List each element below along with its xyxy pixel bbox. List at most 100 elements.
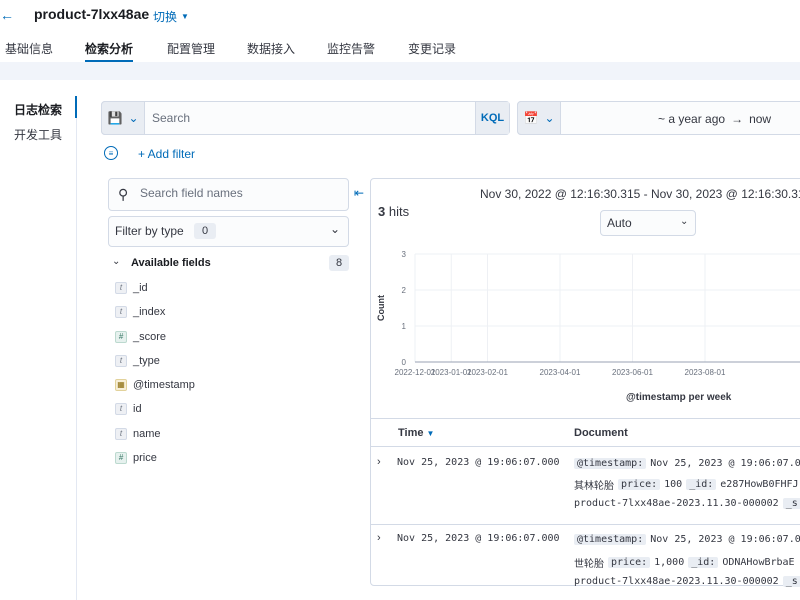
tab-config[interactable]: 配置管理 [167,40,215,62]
filter-menu-icon[interactable]: ≡ [104,146,118,160]
field-item[interactable]: t name [115,426,161,442]
sidebar-item-dev-tools[interactable]: 开发工具 [14,126,62,143]
field-item[interactable]: ▦ @timestamp [115,377,195,393]
field-name: name [133,428,161,440]
field-name: @timestamp [133,379,195,391]
column-header-label: Time [398,427,424,439]
row-time: Nov 25, 2023 @ 19:06:07.000 [397,533,560,544]
row-expand-icon[interactable]: › [377,456,381,468]
field-name: _score [133,331,167,343]
arrow-right-icon: → [731,112,744,126]
chart-x-tick-label: 2023-01-01 [431,368,472,377]
sort-desc-icon: ▼ [426,429,435,438]
tab-monitoring[interactable]: 监控告警 [327,40,375,62]
doc-key: _s [782,576,800,587]
doc-key: _s [782,498,800,509]
chevron-down-icon: ⌄ [128,111,139,125]
field-name: _index [133,306,166,318]
available-fields-count: 8 [329,255,349,271]
chevron-down-icon: ⌄ [544,111,555,125]
field-search-input[interactable] [140,186,340,200]
chart-x-tick-label: 2023-06-01 [612,368,653,377]
histogram-chart[interactable]: Count 0 1 2 3 2022-12-012023-01-012023-02-01 2… [370,245,800,410]
app-title: product-7lxx48ae [34,6,150,22]
field-item[interactable]: t _index [115,304,165,320]
string-type-icon: t [115,428,127,440]
table-top-divider [371,418,800,419]
chart-y-tick-label: 3 [402,250,407,259]
doc-line-1: @timestamp: Nov 25, 2023 @ 19:06:07.000 [574,534,800,545]
collapse-sidebar-icon[interactable]: ⇤ [354,186,364,200]
time-range-label: Nov 30, 2022 @ 12:16:30.315 - Nov 30, 20… [480,187,800,201]
doc-line-3: product-7lxx48ae-2023.11.30-000002 _s [574,498,800,509]
header-band [0,62,800,80]
date-type-icon: ▦ [115,379,127,391]
filter-type-count-badge: 0 [194,223,216,239]
number-type-icon: # [115,331,127,343]
saved-query-button[interactable]: 💾 ⌄ [101,101,145,135]
field-name: id [133,403,142,415]
sidebar-item-log-search[interactable]: 日志检索 [14,101,62,118]
doc-line-1: @timestamp: Nov 25, 2023 @ 19:06:07.000 [574,458,800,469]
table-header-divider [371,446,800,447]
field-item[interactable]: t _type [115,353,160,369]
chevron-down-icon[interactable]: ⌄ [112,256,120,267]
chart-x-tick-label: 2023-02-01 [467,368,508,377]
string-type-icon: t [115,403,127,415]
row-expand-icon[interactable]: › [377,532,381,544]
field-item[interactable]: t id [115,401,142,417]
kql-toggle-button[interactable]: KQL [475,102,509,134]
chart-x-tick-label: 2023-08-01 [685,368,726,377]
available-fields-label[interactable]: Available fields [131,257,211,269]
doc-key: price: [618,479,661,490]
doc-value: product-7lxx48ae-2023.11.30-000002 [574,498,779,509]
field-item[interactable]: t _id [115,280,148,296]
doc-value: 其林轮胎 [574,481,614,492]
save-icon: 💾 [107,111,123,125]
chart-y-axis-label: Count [376,295,386,321]
chart-x-tick-label: 2023-04-01 [540,368,581,377]
date-range[interactable]: ~ a year ago → now [658,112,771,126]
search-input[interactable] [145,102,475,134]
switch-label: 切换 [153,10,178,24]
doc-key: @timestamp: [574,458,647,469]
date-end[interactable]: now [749,112,771,126]
switch-button[interactable]: 切换 ▼ [153,8,189,25]
column-header-time[interactable]: Time ▼ [398,427,434,439]
doc-value: 1,000 [654,557,685,568]
filter-by-type-label: Filter by type [115,224,184,238]
field-item[interactable]: # _score [115,329,166,345]
date-quick-select-button[interactable]: 📅 ⌄ [517,101,561,135]
doc-value: 100 [664,479,683,490]
tab-search-analysis[interactable]: 检索分析 [85,40,134,62]
field-name: _id [133,282,148,294]
doc-key: price: [608,557,651,568]
chart-x-tick-label: 2022-12-01 [395,368,436,377]
number-type-icon: # [115,452,127,464]
doc-line-3: product-7lxx48ae-2023.11.30-000002 _s [574,576,800,587]
tab-change-log[interactable]: 变更记录 [408,40,456,62]
doc-key: @timestamp: [574,534,647,545]
field-name: _type [133,355,160,367]
doc-value: e287HowB0FHFJ [720,479,799,490]
date-start[interactable]: ~ a year ago [658,112,725,126]
doc-key: _id: [686,479,717,490]
top-tabs: 基础信息 检索分析 配置管理 数据接入 监控告警 变更记录 [0,40,800,62]
sidebar-divider [76,118,77,600]
string-type-icon: t [115,355,127,367]
doc-value: product-7lxx48ae-2023.11.30-000002 [574,576,779,587]
column-header-document[interactable]: Document [574,427,628,439]
tab-basic-info[interactable]: 基础信息 [5,40,53,62]
chevron-down-icon: ⌄ [680,216,689,227]
calendar-icon: 📅 [523,111,539,125]
field-item[interactable]: # price [115,450,157,466]
add-filter-link[interactable]: + Add filter [138,147,195,161]
tab-data-ingest[interactable]: 数据接入 [247,40,295,62]
caret-down-icon: ▼ [181,12,189,21]
hits-label: hits [388,204,410,219]
back-arrow-icon[interactable]: ← [0,7,14,23]
doc-value: Nov 25, 2023 @ 19:06:07.000 [650,458,800,469]
doc-line-2: 世轮胎 price: 1,000 _id: ODNAHowBrbaE [574,555,795,570]
row-divider [371,524,800,525]
sidebar-active-indicator [75,96,77,118]
